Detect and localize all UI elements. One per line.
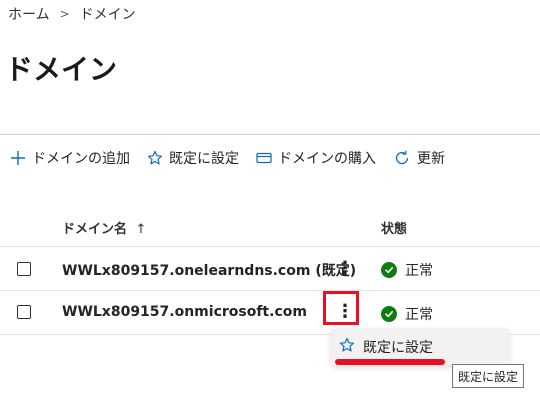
check-circle-icon (381, 306, 397, 322)
column-header-status[interactable]: 状態 (381, 218, 407, 237)
buy-domain-button[interactable]: ドメインの購入 (256, 148, 376, 168)
tooltip: 既定に設定 (452, 364, 525, 388)
add-domain-button[interactable]: ドメインの追加 (10, 148, 130, 168)
set-default-label: 既定に設定 (169, 151, 239, 167)
more-actions-button[interactable]: ⋮ (336, 257, 354, 281)
status-cell: 正常 (381, 304, 433, 324)
refresh-icon (393, 149, 411, 167)
refresh-button[interactable]: 更新 (393, 148, 445, 168)
status-text: 正常 (405, 307, 433, 323)
column-header-domain-label: ドメイン名 (62, 222, 128, 237)
plus-icon (10, 150, 26, 166)
highlight-underline (335, 359, 445, 365)
context-menu-label: 既定に設定 (363, 340, 433, 356)
breadcrumb-separator: > (59, 7, 70, 21)
check-circle-icon (381, 262, 397, 278)
domain-name-cell[interactable]: WWLx809157.onmicrosoft.com (62, 304, 307, 320)
status-text: 正常 (405, 263, 433, 279)
star-icon (339, 337, 355, 357)
star-icon (147, 150, 163, 166)
buy-domain-label: ドメインの購入 (278, 151, 376, 167)
breadcrumb: ホーム > ドメイン (8, 4, 136, 24)
add-domain-label: ドメインの追加 (32, 151, 130, 167)
table-row[interactable]: WWLx809157.onelearndns.com (既定) ⋮ 正常 (0, 247, 540, 291)
sort-ascending-icon: ↑ (135, 222, 147, 237)
breadcrumb-current: ドメイン (79, 7, 136, 23)
row-checkbox[interactable] (17, 262, 31, 276)
highlight-annotation-box (323, 291, 359, 325)
column-header-domain-name[interactable]: ドメイン名 ↑ (62, 218, 146, 237)
command-bar: ドメインの追加 既定に設定 ドメインの購入 更新 (0, 140, 445, 176)
breadcrumb-home-link[interactable]: ホーム (8, 4, 50, 24)
domain-name-cell[interactable]: WWLx809157.onelearndns.com (既定) (62, 260, 356, 280)
set-default-button[interactable]: 既定に設定 (147, 148, 239, 168)
more-vertical-icon: ⋮ (336, 258, 354, 279)
row-checkbox[interactable] (17, 305, 31, 319)
page-title: ドメイン (5, 53, 118, 86)
card-icon (256, 150, 272, 166)
header-divider (0, 134, 540, 135)
refresh-label: 更新 (417, 151, 445, 167)
status-cell: 正常 (381, 260, 433, 280)
